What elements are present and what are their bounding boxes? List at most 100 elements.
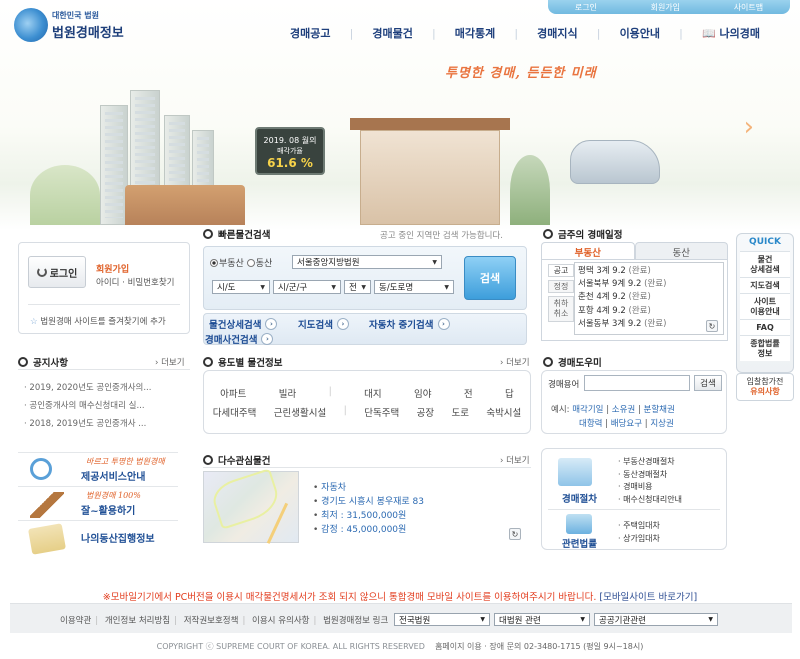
cat-detached-house[interactable]: 단독주택 (364, 405, 399, 419)
tab-realestate[interactable]: 부동산 (541, 242, 635, 260)
term-link[interactable]: 지상권 (650, 419, 673, 429)
category-more-link[interactable]: › 더보기 (500, 356, 530, 368)
radio-movable[interactable]: 동산 (246, 259, 272, 269)
side-tab-cancel[interactable]: 취하 취소 (548, 296, 574, 322)
top-link-join[interactable]: 회원가입 (651, 2, 680, 13)
mobile-site-link[interactable]: [모바일사이트 바로가기] (599, 592, 697, 603)
cat-field[interactable]: 전 (464, 386, 473, 400)
term-link[interactable]: 소유권 (612, 405, 635, 415)
procedure-link[interactable]: · 매수신청대리안내 (618, 494, 682, 507)
interest-more-link[interactable]: › 더보기 (500, 454, 530, 466)
cat-villa[interactable]: 빌라 (279, 386, 296, 400)
vehicle-search-link[interactable]: 자동차 중기검색 › (369, 317, 450, 331)
nav-auction-items[interactable]: 경매물건 (372, 25, 412, 41)
procedure-link[interactable]: · 부동산경매절차 (618, 456, 682, 469)
dong-prefix-select[interactable]: 전 (344, 280, 371, 294)
bid-caution-link[interactable]: 입찰참가전 유의사항 (736, 373, 794, 401)
notice-item[interactable]: · 2019, 2020년도 공인중개사의... (24, 381, 151, 393)
dict-search-button[interactable]: 검색 (694, 375, 722, 391)
dict-search-input[interactable] (584, 375, 690, 391)
site-logo[interactable]: 대한민국 법원 법원경매정보 (14, 8, 144, 44)
cat-land[interactable]: 대지 (364, 386, 381, 400)
sale-rate-sign: 2019. 08 월의 매각가율 61.6 % (255, 127, 325, 175)
quick-usage-guide[interactable]: 사이트 이용안내 (740, 293, 790, 319)
supreme-court-select[interactable]: 대법원 관련 (494, 613, 590, 626)
logo-title: 법원경매정보 (52, 26, 124, 41)
nav-usage-guide[interactable]: 이용안내 (620, 25, 660, 41)
radio-realestate[interactable]: 부동산 (210, 259, 244, 269)
quick-faq[interactable]: FAQ (740, 319, 790, 335)
usage-tips-banner[interactable]: 법원경매 100% 잘~활용하기 (18, 486, 178, 520)
side-tab-correction[interactable]: 정정 (548, 280, 574, 293)
login-button[interactable]: 로그인 (28, 256, 86, 288)
service-guide-banner[interactable]: 바르고 투명한 법원경매 제공서비스안내 (18, 452, 178, 486)
quick-map-search[interactable]: 지도검색 (740, 277, 790, 293)
top-link-login[interactable]: 로그인 (575, 2, 597, 13)
term-link[interactable]: 분할채권 (644, 405, 675, 415)
notice-item[interactable]: · 공인중개사의 매수신청대리 실... (24, 399, 145, 411)
sigungu-select[interactable]: 시/군/구 (273, 280, 341, 294)
nav-my-auction[interactable]: 📖 나의경매 (702, 25, 760, 41)
find-account-link[interactable]: 아이디 · 비밀번호찾기 (96, 276, 175, 288)
search-button[interactable]: 검색 (464, 256, 516, 300)
cat-factory[interactable]: 공장 (417, 405, 434, 419)
cat-forest[interactable]: 임야 (414, 386, 431, 400)
list-item[interactable]: 춘천 4계 9.2 (완료) (578, 291, 720, 304)
cat-multi-house[interactable]: 다세대주택 (213, 405, 257, 419)
type-radio-group: 부동산 동산 (210, 256, 272, 269)
quick-legal-info[interactable]: 종합법률 정보 (740, 335, 790, 361)
list-item[interactable]: 평택 3계 9.2 (완료) (578, 265, 720, 278)
notice-more-link[interactable]: › 더보기 (155, 356, 185, 368)
court-select[interactable]: 서울중앙지방법원 (292, 255, 442, 269)
cat-neighborhood[interactable]: 근린생활시설 (274, 405, 326, 419)
join-link[interactable]: 회원가입 (96, 262, 129, 275)
term-link[interactable]: 매각기일 (572, 405, 603, 415)
copyright: COPYRIGHT ⓒ SUPREME COURT OF KOREA. ALL … (156, 642, 644, 651)
slogan: 투명한 경매, 든든한 미래 (445, 66, 597, 81)
gavel-icon (30, 492, 64, 518)
main-navigation: 경매공고 | 경매물건 | 매각통계 | 경매지식 | 이용안내 | 📖 나의경매 (290, 25, 760, 41)
case-search-link[interactable]: 경매사건검색 › (205, 332, 274, 346)
notice-title: 공지사항 (18, 355, 68, 369)
cat-lodging[interactable]: 숙박시설 (486, 405, 521, 419)
detail-search-link[interactable]: 물건상세검색 › (209, 317, 278, 331)
court-link-select[interactable]: 전국법원 (394, 613, 490, 626)
list-item[interactable]: 서울동부 3계 9.2 (완료) (578, 318, 720, 331)
sido-select[interactable]: 시/도 (212, 280, 270, 294)
list-item[interactable]: 서울북부 9계 9.2 (완료) (578, 278, 720, 291)
map-search-link[interactable]: 지도검색 › (298, 317, 349, 331)
refresh-icon[interactable]: ↻ (706, 320, 718, 332)
procedure-link[interactable]: · 동산경매절차 (618, 469, 682, 482)
footer-privacy[interactable]: 개인정보 처리방침 (105, 616, 170, 626)
weekly-schedule-title: 금주의 경매일정 (543, 227, 623, 241)
nav-sale-statistics[interactable]: 매각통계 (455, 25, 495, 41)
top-link-sitemap[interactable]: 사이트맵 (734, 2, 763, 13)
refresh-icon[interactable]: ↻ (509, 528, 521, 540)
term-link[interactable]: 배당요구 (611, 419, 642, 429)
nav-auction-notice[interactable]: 경매공고 (290, 25, 330, 41)
quick-detail-search[interactable]: 물건 상세검색 (740, 251, 790, 277)
law-link[interactable]: · 상가임대차 (618, 533, 660, 546)
list-item[interactable]: 포항 4계 9.2 (완료) (578, 305, 720, 318)
tab-movable[interactable]: 동산 (634, 242, 728, 260)
cat-road[interactable]: 도로 (451, 405, 468, 419)
nav-auction-knowledge[interactable]: 경매지식 (537, 25, 577, 41)
public-agency-select[interactable]: 공공기관관련 (594, 613, 718, 626)
procedure-link[interactable]: · 경매비용 (618, 481, 682, 494)
footer-copyright-policy[interactable]: 저작권보호정책 (184, 616, 239, 626)
car-illustration (570, 140, 660, 184)
interest-item-info[interactable]: 자동차 경기도 시흥시 봉우재로 83 최저 : 31,500,000원 감정 … (313, 481, 424, 537)
cat-apartment[interactable]: 아파트 (220, 386, 246, 400)
notice-item[interactable]: · 2018, 2019년도 공인중개사 ... (24, 417, 146, 429)
next-slide-arrow-icon[interactable]: › (744, 112, 754, 142)
footer-terms[interactable]: 이용약관 (60, 616, 91, 626)
cat-paddy[interactable]: 답 (505, 386, 514, 400)
term-link[interactable]: 대항력 (579, 419, 602, 429)
footer-notes[interactable]: 이용시 유의사항 (252, 616, 309, 626)
favorite-link[interactable]: ☆ 법원경매 사이트를 즐겨찾기에 추가 (30, 315, 166, 327)
law-link[interactable]: · 주택임대차 (618, 520, 660, 533)
my-movable-banner[interactable]: 나의동산집행정보 (18, 520, 178, 555)
dong-select[interactable]: 동/도로명 (374, 280, 454, 294)
item-map-thumbnail[interactable] (203, 471, 299, 543)
side-tab-notice[interactable]: 공고 (548, 264, 574, 277)
